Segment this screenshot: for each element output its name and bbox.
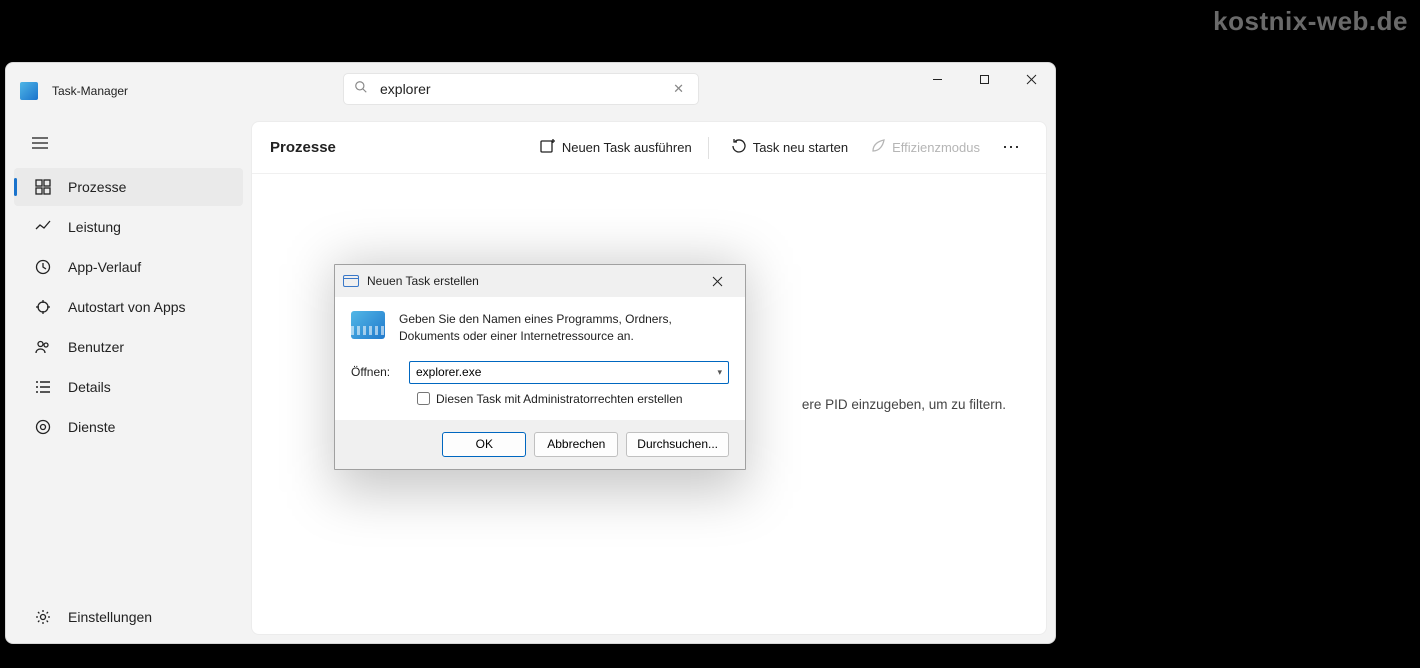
chevron-down-icon[interactable]: ▾: [717, 367, 722, 378]
search-input[interactable]: [380, 81, 669, 97]
filter-hint-text: ere PID einzugeben, um zu filtern.: [802, 397, 1006, 412]
leaf-icon: [870, 138, 886, 157]
run-dialog-icon: [351, 311, 385, 339]
sidebar-item-label: Autostart von Apps: [68, 299, 186, 315]
sidebar-item-label: Details: [68, 379, 111, 395]
watermark-text: kostnix-web.de: [1213, 6, 1408, 37]
dialog-close-button[interactable]: [697, 267, 737, 295]
sidebar-item-label: Prozesse: [68, 179, 126, 195]
sidebar-item-services[interactable]: Dienste: [14, 408, 243, 446]
sidebar-item-label: Dienste: [68, 419, 115, 435]
browse-button[interactable]: Durchsuchen...: [626, 432, 729, 457]
sidebar-item-label: Benutzer: [68, 339, 124, 355]
restart-icon: [731, 138, 747, 157]
sidebar-item-performance[interactable]: Leistung: [14, 208, 243, 246]
dialog-description: Geben Sie den Namen eines Programms, Ord…: [399, 311, 729, 345]
history-icon: [34, 259, 52, 275]
dialog-title: Neuen Task erstellen: [367, 274, 697, 288]
restart-task-label: Task neu starten: [753, 140, 848, 155]
window-controls: [914, 63, 1055, 95]
new-task-button[interactable]: Neuen Task ausführen: [532, 132, 700, 163]
new-task-label: Neuen Task ausführen: [562, 140, 692, 155]
open-combobox[interactable]: ▾: [409, 361, 729, 384]
clear-search-icon[interactable]: ✕: [669, 79, 688, 99]
titlebar: Task-Manager ✕: [6, 63, 1055, 119]
sidebar-item-users[interactable]: Benutzer: [14, 328, 243, 366]
sidebar-item-label: App-Verlauf: [68, 259, 141, 275]
open-label: Öffnen:: [351, 365, 409, 379]
window-title: Task-Manager: [52, 84, 128, 98]
open-input[interactable]: [416, 365, 717, 379]
separator: [708, 137, 709, 159]
dialog-titlebar[interactable]: Neuen Task erstellen: [335, 265, 745, 297]
content-header: Prozesse Neuen Task ausführen Task neu s…: [252, 122, 1046, 174]
details-icon: [34, 379, 52, 395]
search-box[interactable]: ✕: [343, 73, 699, 105]
efficiency-mode-button: Effizienzmodus: [862, 132, 988, 163]
sidebar-item-settings[interactable]: Einstellungen: [14, 598, 243, 636]
efficiency-label: Effizienzmodus: [892, 140, 980, 155]
admin-checkbox-label[interactable]: Diesen Task mit Administratorrechten ers…: [436, 392, 683, 406]
cancel-button[interactable]: Abbrechen: [534, 432, 618, 457]
minimize-button[interactable]: [914, 63, 961, 95]
ok-button[interactable]: OK: [442, 432, 526, 457]
hamburger-button[interactable]: [20, 125, 60, 161]
startup-icon: [34, 299, 52, 315]
sidebar-item-startup[interactable]: Autostart von Apps: [14, 288, 243, 326]
performance-icon: [34, 219, 52, 235]
sidebar-item-label: Einstellungen: [68, 609, 152, 625]
processes-icon: [34, 179, 52, 195]
app-icon: [20, 82, 38, 100]
admin-checkbox[interactable]: [417, 392, 430, 405]
dialog-app-icon: [343, 275, 359, 287]
new-task-icon: [540, 138, 556, 157]
sidebar: Prozesse Leistung App-Verlauf Autostart …: [6, 119, 251, 643]
sidebar-item-details[interactable]: Details: [14, 368, 243, 406]
close-button[interactable]: [1008, 63, 1055, 95]
restart-task-button[interactable]: Task neu starten: [723, 132, 856, 163]
sidebar-item-processes[interactable]: Prozesse: [14, 168, 243, 206]
search-icon: [354, 80, 368, 99]
more-options-button[interactable]: ⋯: [996, 133, 1028, 162]
sidebar-item-app-history[interactable]: App-Verlauf: [14, 248, 243, 286]
users-icon: [34, 339, 52, 355]
sidebar-item-label: Leistung: [68, 219, 121, 235]
gear-icon: [34, 609, 52, 625]
services-icon: [34, 419, 52, 435]
new-task-dialog: Neuen Task erstellen Geben Sie den Namen…: [334, 264, 746, 470]
maximize-button[interactable]: [961, 63, 1008, 95]
page-title: Prozesse: [270, 139, 526, 156]
